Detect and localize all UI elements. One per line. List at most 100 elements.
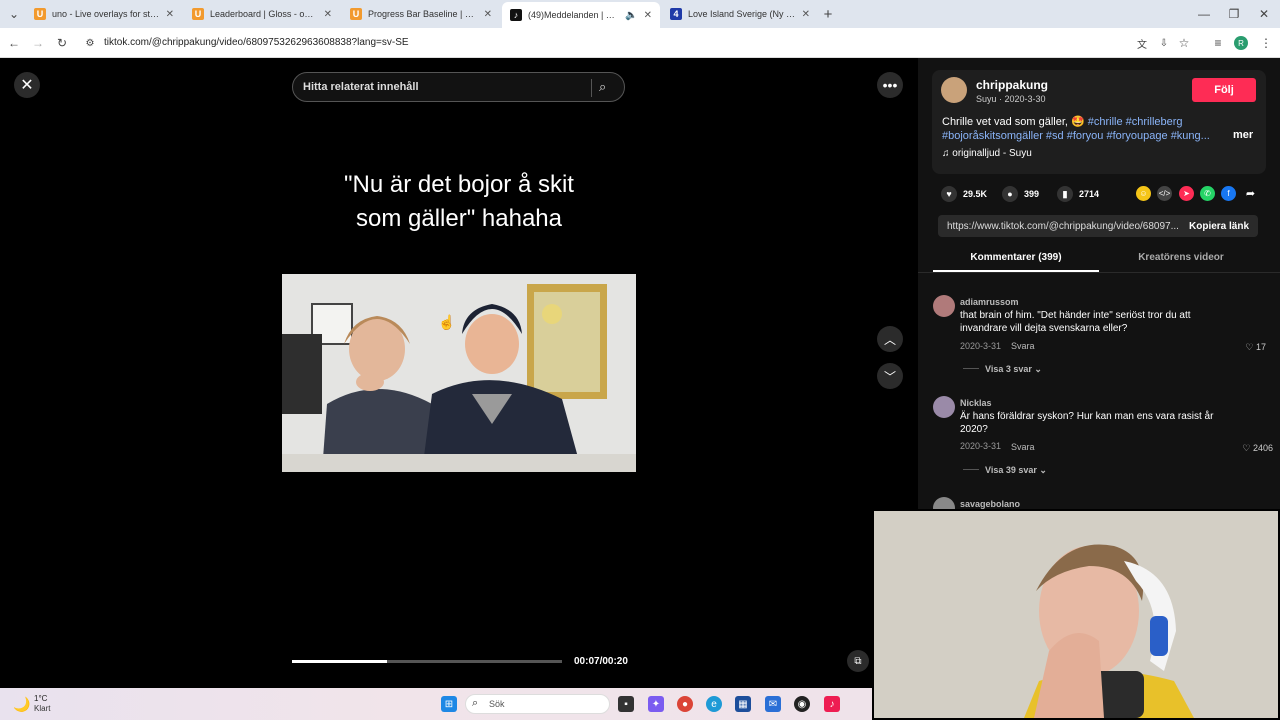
more-description-button[interactable]: mer [1233,129,1253,141]
tab-search-chevron-icon[interactable]: ⌄ [6,6,22,22]
picture-in-picture-icon[interactable]: ⧉ [847,650,869,672]
back-arrow-icon[interactable]: ← [6,35,22,51]
video-progress-fill [292,660,387,663]
edge-icon[interactable]: e [706,696,722,712]
hashtags-line-2[interactable]: #bojoråskitsomgäller #sd #foryou #foryou… [942,130,1210,142]
search-icon[interactable]: ⌕ [599,79,606,95]
divider [963,469,979,470]
translate-icon[interactable]: 文 [1134,35,1150,51]
install-app-icon[interactable]: ⇩ [1156,35,1172,51]
close-tab-icon[interactable]: ✕ [166,9,174,20]
profile-avatar-icon[interactable]: R [1234,36,1248,50]
windows-start-icon[interactable]: ⊞ [441,696,457,712]
weather-temperature[interactable]: 1°C [34,694,47,703]
tab-comments[interactable]: Kommentarer (399) [933,252,1099,263]
comment-text: that brain of him. "Det händer inte" ser… [960,310,1191,334]
whatsapp-icon[interactable]: ✆ [1200,186,1215,201]
minimize-icon[interactable]: — [1196,6,1212,22]
menu-kebab-icon[interactable]: ⋮ [1258,35,1274,51]
divider [963,368,979,369]
video-description: Chrille vet vad som gäller, 🤩 #chrille #… [942,115,1232,143]
author-username[interactable]: chrippakung [976,78,1048,92]
comment-username[interactable]: adiamrussom [960,297,1019,307]
reply-button[interactable]: Svara [1011,442,1035,452]
tab-tiktok-messages[interactable]: ♪ (49)Meddelanden | TikTok 🔈 ✕ [502,2,660,28]
uno-logo-icon: U [350,8,362,20]
follow-button[interactable]: Följ [1192,78,1256,102]
like-button[interactable]: ♥ 29.5K [941,186,987,202]
forward-arrow-icon[interactable]: → [30,35,46,51]
share-link-url[interactable]: https://www.tiktok.com/@chrippakung/vide… [947,221,1181,232]
search-placeholder: Hitta relaterat innehåll [303,81,419,93]
hashtags-line-1[interactable]: #chrille #chrilleberg [1088,116,1183,128]
commenter-avatar[interactable] [933,295,955,317]
microsoft-store-icon[interactable]: ▦ [735,696,751,712]
maximize-icon[interactable]: ❐ [1226,6,1242,22]
tab-title: Progress Bar Baseline | Burst - c [368,9,478,19]
tab-title: (49)Meddelanden | TikTok [528,10,619,20]
close-tab-icon[interactable]: ✕ [324,9,332,20]
close-tab-icon[interactable]: ✕ [802,9,810,20]
mouse-cursor-icon: ☝ [438,314,456,330]
close-tab-icon[interactable]: ✕ [644,10,652,21]
send-icon[interactable]: ➤ [1179,186,1194,201]
close-window-icon[interactable]: ✕ [1256,6,1272,22]
share-arrow-icon[interactable]: ➦ [1243,186,1258,201]
comment-button[interactable]: ● 399 [1002,186,1039,202]
comment-username[interactable]: Nicklas [960,398,992,408]
tab-progress-bar-baseline[interactable]: U Progress Bar Baseline | Burst - c ✕ [342,4,500,24]
video-frame[interactable] [282,274,636,472]
comment-date: 2020-3-31 [960,441,1002,451]
speaker-icon[interactable]: 🔈 [625,10,637,21]
moon-weather-icon[interactable]: 🌙 [13,696,30,713]
comment-like-button[interactable]: ♡ 2406 [1233,443,1273,454]
video-scene-image [282,274,636,472]
embed-code-icon[interactable]: </> [1157,186,1172,201]
next-video-chevron-down-icon[interactable]: ﹀ [877,363,903,389]
close-icon[interactable]: ✕ [14,72,40,98]
copy-link-button[interactable]: Kopiera länk [1189,221,1249,232]
webcam-overlay [872,509,1280,720]
view-replies-button[interactable]: Visa 3 svar ⌄ [985,364,1042,375]
reload-icon[interactable]: ↻ [54,35,70,51]
site-settings-icon[interactable]: ⚙ [82,35,98,51]
new-tab-plus-icon[interactable]: + [820,6,836,23]
caption-line-2: som gäller" hahaha [356,205,562,232]
view-replies-button[interactable]: Visa 39 svar ⌄ [985,465,1047,476]
video-progress-bar[interactable] [292,660,562,663]
copilot-icon[interactable]: ✦ [648,696,664,712]
music-link[interactable]: ♫ originalljud - Suyu [942,148,1032,159]
video-time: 00:07/00:20 [574,656,628,667]
bookmark-icon: ▮ [1057,186,1073,202]
reading-list-icon[interactable]: ≡ [1210,35,1226,51]
caption-line-1: "Nu är det bojor å skit [344,171,574,198]
tab-uno-live-overlays[interactable]: U uno - Live overlays for streamin ✕ [26,4,182,24]
reply-button[interactable]: Svara [1011,341,1035,351]
tab-creator-videos[interactable]: Kreatörens videor [1098,252,1264,263]
comment-text: Är hans föräldrar syskon? Hur kan man en… [960,411,1214,435]
tab-love-island[interactable]: 4 Love Island Sverige (Ny säsong ✕ [662,4,818,24]
tab-leaderboard-gloss[interactable]: U Leaderboard | Gloss - overlays.u ✕ [184,4,340,24]
share-link-box: https://www.tiktok.com/@chrippakung/vide… [938,215,1258,237]
bookmark-star-icon[interactable]: ☆ [1176,35,1192,51]
task-view-icon[interactable]: ▪ [618,696,634,712]
save-button[interactable]: ▮ 2714 [1057,186,1099,202]
facebook-icon[interactable]: f [1221,186,1236,201]
related-search-input[interactable]: Hitta relaterat innehåll ⌕ [292,72,625,102]
commenter-avatar[interactable] [933,396,955,418]
more-options-icon[interactable]: ••• [877,72,903,98]
url-field[interactable]: tiktok.com/@chrippakung/video/6809753262… [104,37,409,48]
obs-icon[interactable]: ◉ [794,696,810,712]
comment-like-button[interactable]: ♡ 17 [1226,342,1266,353]
weather-condition[interactable]: Klart [34,704,50,713]
comment-username[interactable]: savagebolano [960,499,1020,509]
tiktok-app-icon[interactable]: ♪ [824,696,840,712]
taskbar-search-input[interactable] [465,694,610,714]
chrome-icon[interactable]: ● [677,696,693,712]
outlook-icon[interactable]: ✉ [765,696,781,712]
author-avatar[interactable] [941,77,967,103]
previous-video-chevron-up-icon[interactable]: ︿ [877,326,903,352]
share-friends-icon[interactable]: ☺ [1136,186,1151,201]
divider [918,272,1280,273]
close-tab-icon[interactable]: ✕ [484,9,492,20]
